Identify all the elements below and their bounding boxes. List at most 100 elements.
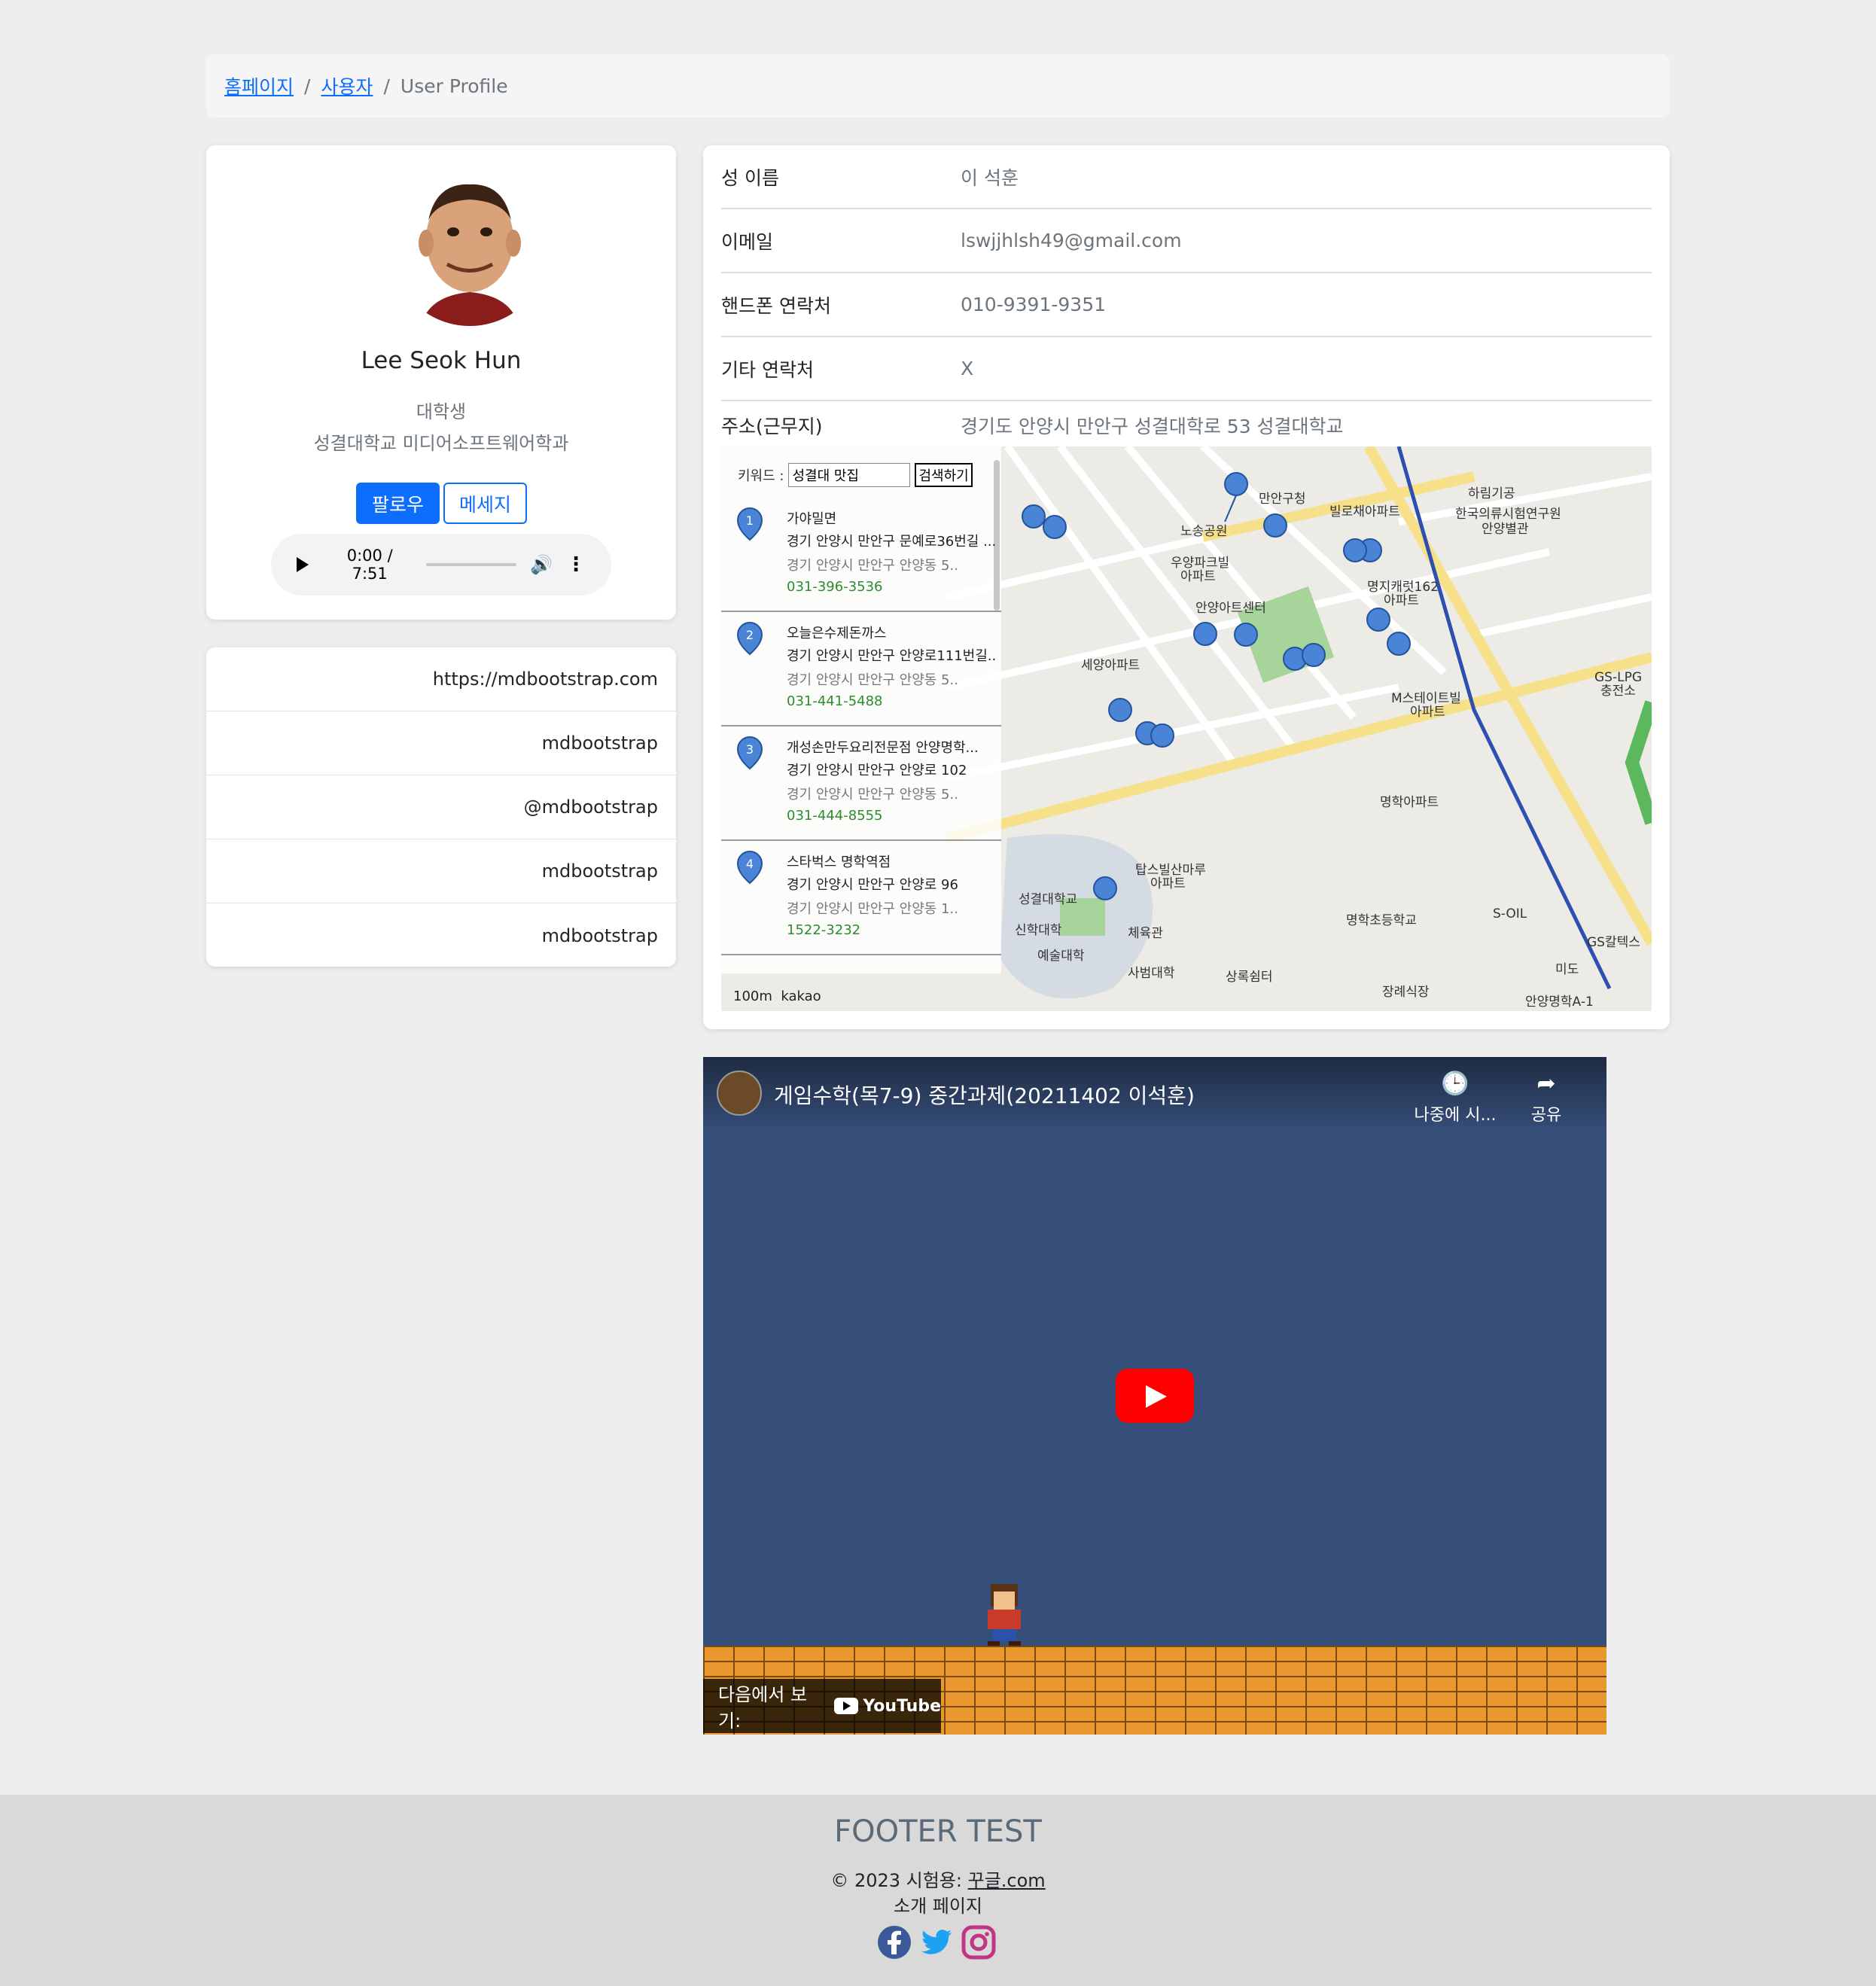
- place-address: 경기 안양시 만안구 안양로 102: [787, 763, 967, 778]
- watch-on-youtube[interactable]: 다음에서 보기: YouTube: [703, 1679, 941, 1733]
- info-value: 경기도 안양시 만안구 성결대학로 53 성결대학교: [961, 416, 1344, 437]
- footer-social-icons: [876, 1924, 997, 1960]
- info-value: X: [961, 358, 974, 379]
- svg-text:우양파크빌: 우양파크빌: [1171, 556, 1229, 571]
- breadcrumb-current: User Profile: [400, 75, 508, 97]
- info-row-phone: 핸드폰 연락처 010-9391-9351: [721, 273, 1652, 337]
- place-item[interactable]: 1 가야밀면 경기 안양시 만안구 문예로36번길 ... 경기 안양시 만안구…: [721, 498, 1001, 612]
- video-title[interactable]: 게임수학(목7-9) 중간과제(20211402 이석훈): [774, 1080, 1195, 1110]
- svg-text:신학대학: 신학대학: [1015, 923, 1062, 938]
- svg-text:미도: 미도: [1555, 962, 1579, 977]
- play-icon[interactable]: [297, 557, 309, 572]
- svg-text:한국의류시험연구원: 한국의류시험연구원: [1455, 507, 1561, 522]
- youtube-logo-text: YouTube: [863, 1696, 941, 1716]
- breadcrumb-separator: /: [304, 75, 311, 97]
- place-jibun: 경기 안양시 만안구 안양동 5..: [787, 558, 958, 574]
- kakao-logo: kakao: [781, 988, 821, 1004]
- place-name: 오늘은수제돈까스: [787, 626, 887, 641]
- clock-icon: 🕒: [1441, 1071, 1469, 1097]
- message-button[interactable]: 메세지: [443, 483, 527, 524]
- svg-text:M스테이트빌: M스테이트빌: [1391, 691, 1461, 706]
- place-item[interactable]: 4 스타벅스 명학역점 경기 안양시 만안구 안양로 96 경기 안양시 만안구…: [721, 841, 1001, 955]
- svg-text:하림기공: 하림기공: [1468, 486, 1515, 501]
- kakao-map[interactable]: 만안구청 노송공원 빌로채아파트 한국의류시험연구원 안양별관 하림기공 우양파…: [721, 446, 1652, 1011]
- youtube-play-button[interactable]: [1116, 1369, 1194, 1423]
- info-value: lswjjhlsh49@gmail.com: [961, 230, 1182, 251]
- watch-later-label: 나중에 시...: [1414, 1106, 1497, 1125]
- breadcrumb: 홈페이지 / 사용자 / User Profile: [206, 54, 1670, 117]
- audio-progress-slider[interactable]: [426, 563, 517, 566]
- svg-text:GS칼텍스: GS칼텍스: [1587, 935, 1640, 950]
- profile-department: 성결대학교 미디어소프트웨어학과: [313, 433, 569, 454]
- svg-text:탑스빌산마루: 탑스빌산마루: [1135, 863, 1206, 878]
- place-phone: 1522-3232: [787, 922, 861, 938]
- audio-time: 0:00 / 7:51: [346, 547, 393, 583]
- place-jibun: 경기 안양시 만안구 안양동 5..: [787, 787, 958, 803]
- svg-text:2: 2: [746, 628, 754, 642]
- more-options-icon[interactable]: ⋮: [566, 553, 586, 576]
- youtube-logo-icon: [834, 1698, 859, 1714]
- place-phone: 031-441-5488: [787, 693, 883, 709]
- svg-text:4: 4: [746, 857, 754, 871]
- facebook-icon[interactable]: [876, 1924, 912, 1960]
- map-scale-attribution: 100m kakao: [733, 988, 821, 1004]
- instagram-icon[interactable]: [961, 1924, 997, 1960]
- map-pin-icon: 3: [736, 736, 763, 770]
- place-address: 경기 안양시 만안구 안양로111번길..: [787, 648, 997, 664]
- map-pin-icon: 4: [736, 850, 763, 885]
- place-name: 스타벅스 명학역점: [787, 854, 891, 870]
- svg-text:명학아파트: 명학아파트: [1380, 795, 1439, 810]
- profile-card: Lee Seok Hun 대학생 성결대학교 미디어소프트웨어학과 팔로우 메세…: [206, 145, 676, 620]
- youtube-embed[interactable]: 게임수학(목7-9) 중간과제(20211402 이석훈) 🕒 나중에 시...…: [703, 1057, 1606, 1735]
- watch-later-button[interactable]: 🕒 나중에 시...: [1414, 1071, 1497, 1126]
- footer: FOOTER TEST © 2023 시험용: 꾸글.com 소개 페이지: [0, 1795, 1876, 1986]
- map-search-panel: 키워드 : 검색하기 1 가야밀면 경기 안양시 만안구 문예로36번길 ...…: [721, 446, 1001, 973]
- footer-copyright: © 2023 시험용: 꾸글.com: [0, 1866, 1876, 1892]
- map-pin-icon: 2: [736, 621, 763, 656]
- avatar: [391, 168, 549, 326]
- instagram-link[interactable]: mdbootstrap: [206, 839, 676, 903]
- share-label: 공유: [1530, 1106, 1562, 1125]
- info-value: 010-9391-9351: [961, 294, 1107, 315]
- profile-role: 대학생: [416, 401, 467, 422]
- map-scale: 100m: [733, 988, 772, 1004]
- follow-button[interactable]: 팔로우: [356, 483, 440, 524]
- place-address: 경기 안양시 만안구 안양로 96: [787, 877, 958, 893]
- svg-text:1: 1: [746, 513, 754, 528]
- svg-text:안양별관: 안양별관: [1482, 522, 1529, 537]
- svg-text:안양아트센터: 안양아트센터: [1195, 601, 1266, 616]
- search-button[interactable]: 검색하기: [915, 463, 973, 487]
- svg-text:충전소: 충전소: [1600, 684, 1636, 699]
- info-row-email: 이메일 lswjjhlsh49@gmail.com: [721, 209, 1652, 273]
- youtube-logo: YouTube: [834, 1697, 941, 1716]
- place-item[interactable]: 2 오늘은수제돈까스 경기 안양시 만안구 안양로111번길.. 경기 안양시 …: [721, 612, 1001, 726]
- breadcrumb-users-link[interactable]: 사용자: [321, 72, 373, 99]
- keyword-input[interactable]: [788, 463, 911, 487]
- svg-text:아파트: 아파트: [1410, 705, 1445, 720]
- svg-text:사범대학: 사범대학: [1128, 966, 1175, 981]
- channel-avatar[interactable]: [717, 1071, 762, 1116]
- facebook-link[interactable]: mdbootstrap: [206, 903, 676, 967]
- map-pin-icon: 1: [736, 507, 763, 541]
- svg-text:만안구청: 만안구청: [1259, 492, 1306, 507]
- profile-info-card: 성 이름 이 석훈 이메일 lswjjhlsh49@gmail.com 핸드폰 …: [703, 145, 1670, 1029]
- breadcrumb-separator: /: [383, 75, 390, 97]
- info-value: 이 석훈: [961, 166, 1019, 189]
- breadcrumb-home-link[interactable]: 홈페이지: [224, 72, 294, 99]
- twitter-icon[interactable]: [918, 1924, 955, 1960]
- footer-site-link[interactable]: 꾸글.com: [968, 1870, 1046, 1891]
- place-address: 경기 안양시 만안구 문예로36번길 ...: [787, 534, 997, 550]
- twitter-link[interactable]: @mdbootstrap: [206, 775, 676, 839]
- svg-text:세양아파트: 세양아파트: [1081, 658, 1140, 673]
- info-label: 이메일: [721, 230, 774, 253]
- share-button[interactable]: ➦ 공유: [1516, 1071, 1576, 1126]
- share-icon: ➦: [1536, 1071, 1556, 1097]
- place-item[interactable]: 3 개성손만두요리전문점 안양명학... 경기 안양시 만안구 안양로 102 …: [721, 726, 1001, 841]
- volume-icon[interactable]: 🔊: [530, 554, 553, 575]
- place-jibun: 경기 안양시 만안구 안양동 5..: [787, 672, 958, 688]
- place-name: 개성손만두요리전문점 안양명학...: [787, 740, 979, 756]
- website-link[interactable]: https://mdbootstrap.com: [206, 647, 676, 711]
- copyright-text: © 2023 시험용:: [830, 1870, 962, 1891]
- info-label: 핸드폰 연락처: [721, 294, 831, 317]
- github-link[interactable]: mdbootstrap: [206, 711, 676, 775]
